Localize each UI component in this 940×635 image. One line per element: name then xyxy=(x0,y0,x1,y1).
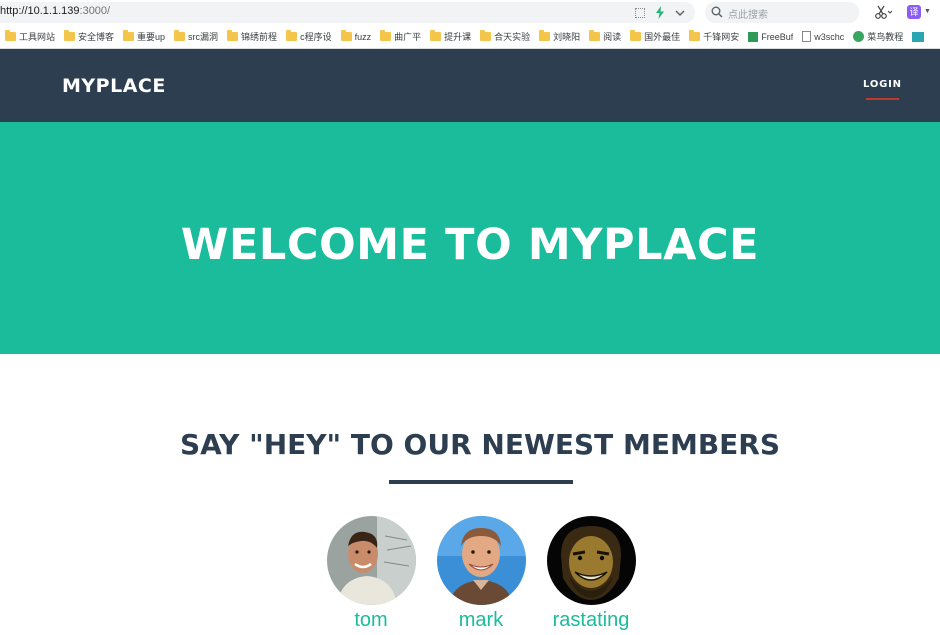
bookmark-item[interactable]: 曲广平 xyxy=(380,30,421,43)
folder-icon xyxy=(539,30,551,41)
browser-toolbar: http://10.1.1.139:3000/ 点此搜索 译 ▼ xyxy=(0,0,940,25)
folder-icon xyxy=(630,30,642,41)
folder-icon xyxy=(340,30,352,41)
cainiao-icon xyxy=(853,31,865,42)
member-name[interactable]: mark xyxy=(426,609,536,632)
bookmark-item[interactable]: 菜鸟教程 xyxy=(853,30,903,43)
member-card-tom[interactable]: tom xyxy=(316,516,426,632)
bookmark-item[interactable]: 千锋网安 xyxy=(689,30,739,43)
hero-section: WELCOME TO MYPLACE xyxy=(0,122,940,354)
bookmark-label: 提升课 xyxy=(444,32,472,42)
bookmark-label: 国外最佳 xyxy=(644,32,681,42)
folder-icon xyxy=(123,30,135,41)
folder-icon xyxy=(174,30,186,41)
bookmark-item[interactable]: fuzz xyxy=(340,30,372,42)
bookmark-label: c程序设 xyxy=(300,32,332,42)
member-name[interactable]: tom xyxy=(316,609,426,632)
site-navbar: MYPLACE LOGIN xyxy=(0,49,940,122)
bookmark-item[interactable]: 刘晓阳 xyxy=(539,30,580,43)
freebuf-icon xyxy=(748,31,759,42)
bookmark-label: 阅读 xyxy=(603,32,622,42)
bookmark-label: 刘晓阳 xyxy=(553,32,581,42)
folder-icon xyxy=(689,30,701,41)
search-icon xyxy=(711,6,723,18)
brand-logo[interactable]: MYPLACE xyxy=(62,75,166,97)
bookmark-item[interactable]: src漏洞 xyxy=(174,30,218,43)
browser-search-input[interactable]: 点此搜索 xyxy=(705,2,859,23)
folder-icon xyxy=(380,30,392,41)
bookmark-item[interactable]: w3schc xyxy=(802,31,844,42)
bookmark-item[interactable]: FreeBuf xyxy=(748,31,794,42)
bookmark-label: w3schc xyxy=(814,31,845,42)
login-link[interactable]: LOGIN xyxy=(863,79,902,90)
member-card-rastating[interactable]: rastating xyxy=(536,516,646,632)
folder-icon xyxy=(589,30,601,41)
bookmarks-bar: 工具网站 安全博客 重要up src漏洞 锦绣前程 c程序设 fuzz 曲广平 提升课 合天实验 刘… xyxy=(0,25,940,49)
folder-icon xyxy=(912,31,925,42)
folder-icon xyxy=(480,30,492,41)
member-name[interactable]: rastating xyxy=(536,609,646,632)
search-placeholder: 点此搜索 xyxy=(728,10,768,21)
bookmark-label: FreeBuf xyxy=(761,31,794,42)
page-icon xyxy=(802,31,812,42)
avatar[interactable] xyxy=(326,516,416,605)
bookmark-label: 千锋网安 xyxy=(703,32,740,42)
bookmark-item[interactable]: 锦绣前程 xyxy=(227,30,277,43)
avatar[interactable] xyxy=(436,516,526,605)
bookmark-label: 重要up xyxy=(137,32,166,42)
bookmark-overflow-icon[interactable] xyxy=(912,31,925,42)
bookmark-label: 锦绣前程 xyxy=(241,32,278,42)
bookmark-item[interactable]: 工具网站 xyxy=(5,30,55,43)
bookmark-label: 菜鸟教程 xyxy=(867,32,904,42)
chevron-down-icon[interactable] xyxy=(675,9,685,17)
caret-down-icon[interactable]: ▼ xyxy=(924,8,931,15)
title-divider xyxy=(389,480,573,484)
login-underline xyxy=(866,98,899,100)
address-bar[interactable]: http://10.1.1.139:3000/ xyxy=(0,2,695,23)
member-card-mark[interactable]: mark xyxy=(426,516,536,632)
hero-title: WELCOME TO MYPLACE xyxy=(180,220,760,270)
bookmark-item[interactable]: 重要up xyxy=(123,30,165,43)
url-path: :3000/ xyxy=(79,5,111,17)
lightning-icon[interactable] xyxy=(655,6,665,19)
url-text[interactable]: http://10.1.1.139:3000/ xyxy=(0,5,110,17)
bookmark-item[interactable]: 国外最佳 xyxy=(630,30,680,43)
folder-icon xyxy=(5,30,16,41)
folder-icon xyxy=(430,30,442,41)
bookmark-label: 合天实验 xyxy=(494,32,531,42)
members-title: SAY "HEY" TO OUR NEWEST MEMBERS xyxy=(179,428,781,461)
translate-extension-icon[interactable]: 译 xyxy=(907,5,921,19)
bookmark-label: src漏洞 xyxy=(188,32,219,42)
bookmark-item[interactable]: c程序设 xyxy=(286,30,332,43)
folder-icon xyxy=(227,30,239,41)
bookmark-item[interactable]: 阅读 xyxy=(589,30,621,43)
folder-icon xyxy=(286,30,298,41)
bookmark-item[interactable]: 提升课 xyxy=(430,30,471,43)
bookmark-label: 工具网站 xyxy=(19,32,56,42)
bookmark-label: 曲广平 xyxy=(394,32,422,42)
bookmark-label: fuzz xyxy=(354,31,372,42)
qr-code-icon[interactable] xyxy=(635,7,645,18)
bookmark-label: 安全博客 xyxy=(78,32,115,42)
scissors-icon[interactable] xyxy=(874,5,892,19)
bookmark-item[interactable]: 安全博客 xyxy=(64,30,114,43)
url-host: http://10.1.1.139 xyxy=(0,5,80,17)
folder-icon xyxy=(64,30,76,41)
bookmark-item[interactable]: 合天实验 xyxy=(480,30,530,43)
avatar[interactable] xyxy=(546,516,636,605)
